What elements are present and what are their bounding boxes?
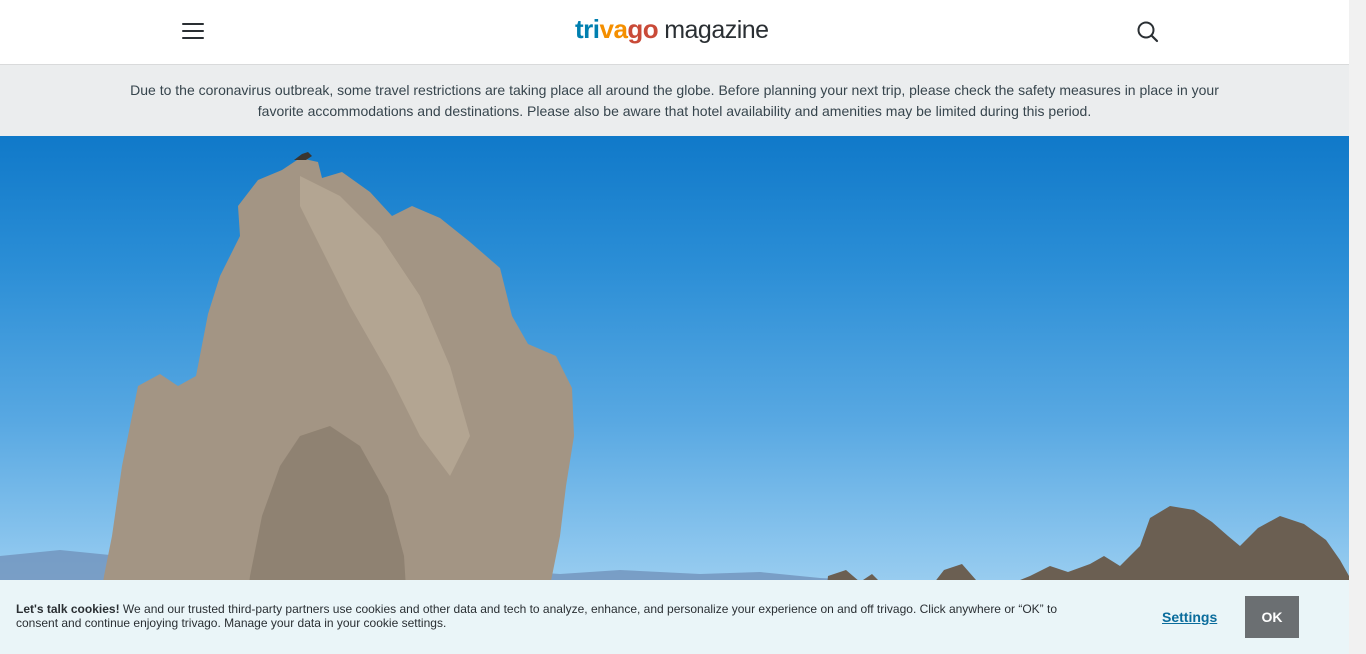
menu-bar xyxy=(182,30,204,32)
logo-magazine: magazine xyxy=(664,16,769,44)
tufa-landscape-illustration xyxy=(0,152,1349,654)
cookie-settings-link[interactable]: Settings xyxy=(1162,609,1217,625)
logo-part-va: va xyxy=(599,14,628,44)
site-header: tri va go magazine xyxy=(0,0,1349,65)
cookie-ok-button[interactable]: OK xyxy=(1245,596,1299,638)
search-icon[interactable] xyxy=(1134,18,1162,46)
cookie-body: We and our trusted third-party partners … xyxy=(16,602,1057,630)
hamburger-menu-icon[interactable] xyxy=(178,18,208,46)
travel-notice-text: Due to the coronavirus outbreak, some tr… xyxy=(130,81,1219,119)
logo-part-go: go xyxy=(627,14,659,44)
bird-silhouette xyxy=(294,152,312,160)
page: tri va go magazine Due to the coronavirus o… xyxy=(0,0,1366,654)
travel-notice-banner: Due to the coronavirus outbreak, some tr… xyxy=(0,65,1349,136)
cookie-heading: Let's talk cookies! xyxy=(16,602,120,616)
logo-part-tri: tri xyxy=(575,14,600,44)
cookie-consent-text: Let's talk cookies! We and our trusted t… xyxy=(16,602,1086,630)
hero-image xyxy=(0,136,1349,654)
cookie-consent-banner[interactable]: Let's talk cookies! We and our trusted t… xyxy=(0,580,1349,654)
trivago-magazine-logo[interactable]: tri va go magazine xyxy=(575,14,769,48)
menu-bar xyxy=(182,23,204,25)
menu-bar xyxy=(182,37,204,39)
page-scrollbar[interactable] xyxy=(1349,0,1366,654)
